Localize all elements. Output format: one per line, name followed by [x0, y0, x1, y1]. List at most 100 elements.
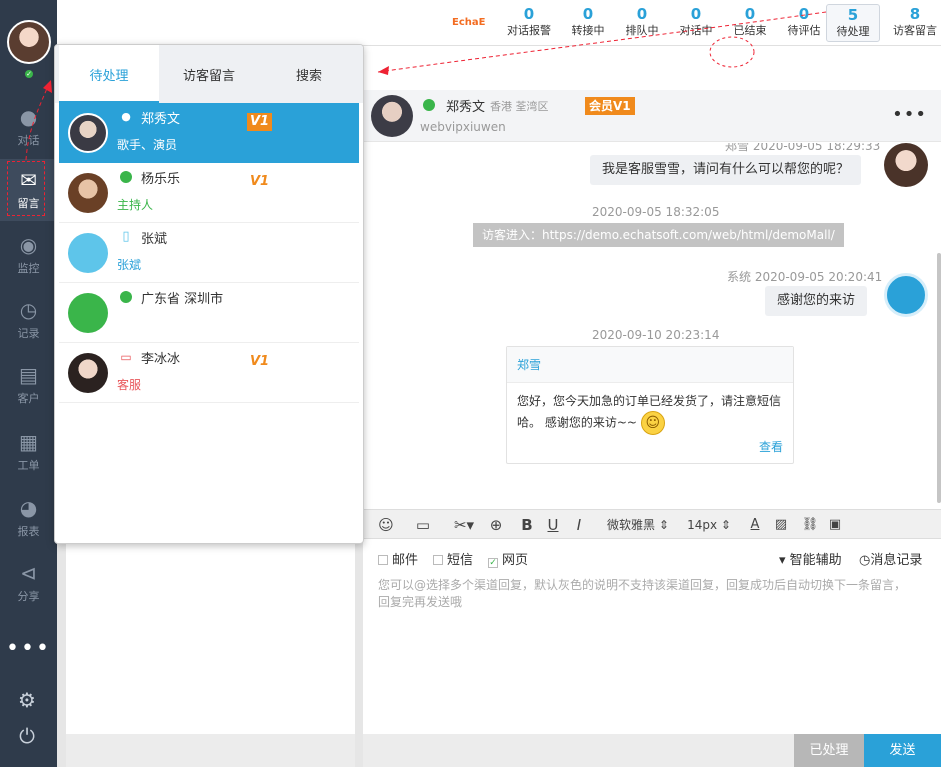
nav-item-monitor[interactable]: ◉ 监控 — [0, 224, 57, 286]
globe-tool-icon[interactable]: ⊕ — [485, 514, 507, 536]
message-history-button[interactable]: ◷消息记录 — [859, 549, 922, 568]
visitor-location: 香港 荃湾区 — [490, 100, 549, 113]
list-footer — [66, 734, 355, 767]
scrollbar[interactable] — [937, 253, 941, 503]
globe-icon — [120, 171, 132, 183]
list-item[interactable]: ▯ 张斌 张斌 — [59, 223, 359, 283]
top-stats-bar: EchaE 0 对话报警 0 转接中 0 排队中 0 对话中 0 已结束 0 待… — [57, 0, 941, 46]
channel-sms-checkbox[interactable]: 短信 — [433, 549, 473, 568]
card-body: 您好，您今天加急的订单已经发货了，请注意短信 哈。 感谢您的来访~~ ☺ — [507, 383, 793, 435]
agent-message-avatar — [884, 143, 928, 187]
power-icon[interactable]: ⏻ — [15, 724, 39, 748]
globe-icon: ● — [121, 110, 131, 123]
font-color-icon[interactable]: A — [745, 514, 765, 536]
settings-gear-icon[interactable]: ⚙ — [15, 688, 39, 712]
message-bubble: 我是客服雪雪，请问有什么可以帮您的呢？ — [590, 155, 862, 185]
message-meta: 2020-09-10 20:23:14 — [592, 328, 720, 342]
globe-icon — [423, 99, 435, 111]
contact-avatar — [68, 113, 108, 153]
reply-channels: 邮件 短信 ✓ 网页 ▾ 智能辅助 ◷消息记录 — [363, 545, 941, 569]
channel-web-checkbox[interactable]: ✓ 网页 — [488, 549, 528, 568]
message-bubble: 感谢您的来访 — [765, 286, 868, 316]
bold-icon[interactable]: B — [518, 514, 536, 536]
font-size-select[interactable]: 14px ⇕ — [685, 514, 733, 536]
tab-pending[interactable]: 待处理 — [59, 45, 159, 103]
nav-item-share[interactable]: ⊲ 分享 — [0, 552, 57, 614]
clear-format-icon[interactable]: ▨ — [771, 514, 791, 536]
mark-processed-button[interactable]: 已处理 — [794, 734, 864, 767]
card-title: 郑雪 — [507, 347, 793, 383]
popup-tabs: 待处理 访客留言 搜索 — [55, 45, 363, 103]
visitor-avatar[interactable] — [371, 95, 413, 137]
pie-chart-icon: ◕ — [19, 496, 38, 520]
mobile-device-icon — [68, 233, 108, 273]
clipboard-icon: ▦ — [19, 430, 38, 454]
channel-mail-checkbox[interactable]: 邮件 — [378, 549, 418, 568]
message-history[interactable]: 郑雪 2020-09-05 18:29:33 我是客服雪雪，请问有什么可以帮您的… — [363, 143, 941, 509]
stat-transferring[interactable]: 0 转接中 — [561, 4, 615, 38]
left-nav: ✓ ● 对话 ✉ 留言 ◉ 监控 ◷ 记录 ▤ 客户 ▦ 工单 ◕ 报表 ⊲ 分… — [0, 0, 57, 767]
visitor-uid: webvipxiuwen — [420, 120, 506, 134]
tab-search[interactable]: 搜索 — [259, 45, 359, 103]
more-options-icon[interactable]: ••• — [892, 104, 927, 125]
send-button[interactable]: 发送 — [864, 734, 941, 767]
contact-avatar — [68, 353, 108, 393]
globe-large-icon — [68, 293, 108, 333]
stat-in-chat[interactable]: 0 对话中 — [669, 4, 723, 38]
tab-visitor-messages[interactable]: 访客留言 — [159, 45, 259, 103]
share-icon: ⊲ — [20, 561, 37, 585]
stat-visitor-messages[interactable]: 8 访客留言 — [888, 4, 941, 38]
vip-level-badge: V1 — [250, 354, 270, 369]
nav-item-tickets[interactable]: ▦ 工单 — [0, 421, 57, 483]
online-status-icon: ✓ — [23, 68, 35, 80]
checkbox-icon — [433, 555, 443, 565]
reply-input-placeholder[interactable]: 您可以@选择多个渠道回复，默认灰色的说明不支持该渠道回复，回复成功后自动切换下一… — [378, 577, 908, 611]
emoji-icon[interactable]: ☺ — [375, 514, 397, 536]
list-item[interactable]: ▭ 李冰冰 客服 V1 — [59, 343, 359, 403]
scissors-icon[interactable]: ✂▾ — [449, 514, 479, 536]
list-item[interactable]: 广东省 深圳市 — [59, 283, 359, 343]
list-item[interactable]: 杨乐乐 主持人 V1 — [59, 163, 359, 223]
more-icon[interactable]: ••• — [0, 636, 57, 661]
system-robot-icon — [884, 273, 928, 317]
vip-level-badge: V1 — [250, 174, 270, 189]
editor-toolbar: ☺ ▭ ✂▾ ⊕ B U I 微软雅黑 ⇕ 14px ⇕ A ▨ ⛓ ▣ — [363, 509, 941, 539]
agent-avatar[interactable] — [7, 20, 51, 64]
vip-badge: 会员V1 — [585, 97, 635, 115]
highlight-box — [7, 161, 45, 216]
underline-icon[interactable]: U — [544, 514, 562, 536]
image-icon[interactable]: ▣ — [825, 514, 845, 536]
nav-item-reports[interactable]: ◕ 报表 — [0, 487, 57, 549]
message-meta: 系统 2020-09-05 20:20:41 — [727, 270, 883, 284]
link-icon[interactable]: ⛓ — [800, 514, 820, 536]
clock-icon: ◷ — [19, 298, 38, 322]
checkbox-icon — [378, 555, 388, 565]
stat-ended[interactable]: 0 已结束 — [723, 4, 777, 38]
mobile-small-icon: ▯ — [122, 229, 130, 244]
visitor-enter-notice: 访客进入：https://demo.echatsoft.com/web/html… — [473, 223, 844, 247]
brand-logo: EchaE — [452, 17, 486, 28]
view-link[interactable]: 查看 — [759, 438, 783, 455]
clock-small-icon: ◷ — [859, 553, 871, 568]
nav-item-customers[interactable]: ▤ 客户 — [0, 354, 57, 416]
desktop-icon: ▭ — [120, 350, 132, 364]
eye-icon: ◉ — [19, 233, 38, 257]
nav-item-records[interactable]: ◷ 记录 — [0, 289, 57, 351]
globe-icon — [120, 291, 132, 303]
nav-item-chat[interactable]: ● 对话 — [0, 96, 57, 158]
stat-alarm[interactable]: 0 对话报警 — [502, 4, 556, 38]
pending-popup: 待处理 访客留言 搜索 ● 郑秀文 歌手、演员 V1 杨乐乐 主持人 V1 ▯ … — [54, 44, 364, 544]
italic-icon[interactable]: I — [570, 514, 588, 536]
smile-emoji-icon: ☺ — [640, 411, 665, 435]
chat-bubble-icon: ● — [19, 105, 38, 129]
stat-pending[interactable]: 5 待处理 — [826, 4, 880, 42]
stat-pending-eval[interactable]: 0 待评估 — [777, 4, 831, 38]
font-family-select[interactable]: 微软雅黑 ⇕ — [604, 514, 672, 536]
stat-queued[interactable]: 0 排队中 — [615, 4, 669, 38]
message-meta: 郑雪 2020-09-05 18:29:33 — [725, 143, 881, 153]
smart-assist-toggle[interactable]: ▾ 智能辅助 — [779, 549, 842, 568]
folder-icon[interactable]: ▭ — [412, 514, 434, 536]
reply-card: 郑雪 您好，您今天加急的订单已经发货了，请注意短信 哈。 感谢您的来访~~ ☺ … — [506, 346, 794, 464]
list-item[interactable]: ● 郑秀文 歌手、演员 V1 — [59, 103, 359, 163]
chat-header: 郑秀文 香港 荃湾区 会员V1 webvipxiuwen ••• — [363, 90, 941, 142]
